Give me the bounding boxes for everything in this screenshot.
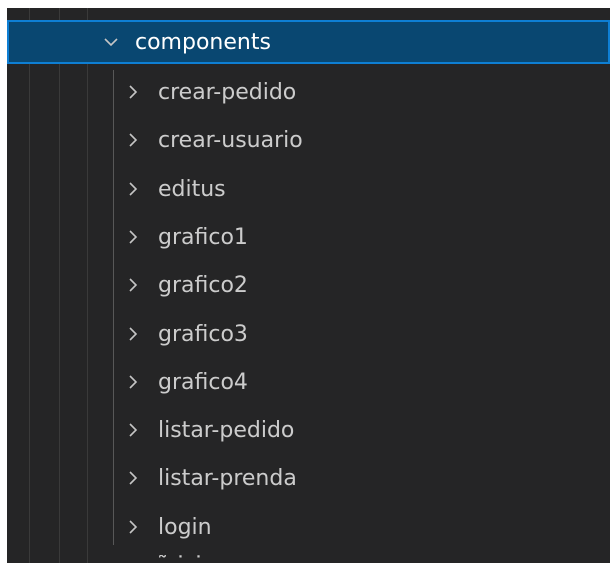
tree-folder-label: components (135, 29, 271, 55)
tree-folder-label: listar-prenda (158, 465, 297, 491)
tree-folder-label: editus (158, 176, 226, 202)
chevron-right-icon[interactable] (125, 470, 141, 486)
partial-row-above: , , (7, 8, 610, 14)
chevron-right-icon[interactable] (125, 326, 141, 342)
tree-folder-label: grafico3 (158, 321, 248, 347)
chevron-right-icon[interactable] (125, 519, 141, 535)
tree-folder-label: crear-usuario (158, 127, 303, 153)
chevron-right-icon[interactable] (125, 229, 141, 245)
tree-folder-listar-prenda[interactable]: listar-prenda (7, 456, 610, 500)
chevron-right-icon[interactable] (125, 181, 141, 197)
tree-folder-listar-pedido[interactable]: listar-pedido (7, 408, 610, 452)
tree-folder-crear-usuario[interactable]: crear-usuario (7, 118, 610, 162)
tree-folder-label: grafico4 (158, 369, 248, 395)
tree-folder-label: login (158, 514, 212, 540)
tree-folder-grafico1[interactable]: grafico1 (7, 215, 610, 259)
chevron-right-icon[interactable] (125, 132, 141, 148)
tree-folder-login[interactable]: login (7, 505, 610, 549)
tree-folder-label: listar-pedido (158, 417, 295, 443)
tree-folder-label: grafico2 (158, 272, 248, 298)
file-explorer-tree: , , components crear-pedido crear-usuario… (7, 8, 610, 563)
tree-folder-editus[interactable]: editus (7, 167, 610, 211)
tree-folder-label: grafico1 (158, 224, 248, 250)
chevron-right-icon[interactable] (125, 374, 141, 390)
tree-folder-grafico2[interactable]: grafico2 (7, 263, 610, 307)
tree-folder-label: crear-pedido (158, 79, 297, 105)
tree-folder-crear-pedido[interactable]: crear-pedido (7, 70, 610, 114)
chevron-right-icon[interactable] (125, 277, 141, 293)
tree-folder-components[interactable]: components (7, 20, 610, 64)
tree-folder-grafico4[interactable]: grafico4 (7, 360, 610, 404)
tree-folder-grafico3[interactable]: grafico3 (7, 312, 610, 356)
partial-row-below: ˜ ˙ ˙ (157, 555, 204, 563)
chevron-down-icon[interactable] (103, 34, 119, 50)
chevron-right-icon[interactable] (125, 422, 141, 438)
chevron-right-icon[interactable] (125, 84, 141, 100)
